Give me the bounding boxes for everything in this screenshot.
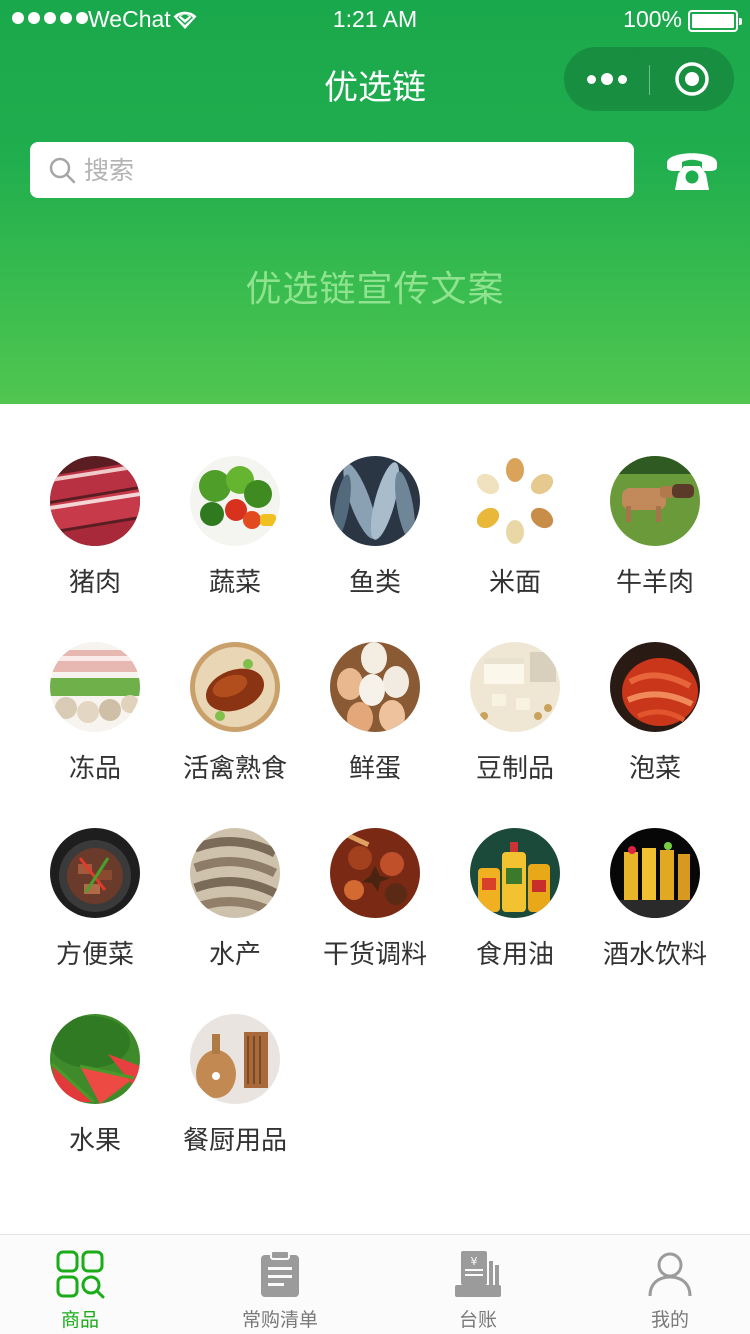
fish-image bbox=[330, 456, 420, 546]
category-label: 猪肉 bbox=[68, 568, 121, 598]
kimchi-image bbox=[610, 642, 700, 732]
category-label: 干货调料 bbox=[322, 940, 427, 970]
category-kimchi[interactable]: 泡菜 bbox=[585, 642, 725, 828]
pork-image bbox=[50, 456, 140, 546]
status-bar: WeChat 1:21 AM 100% bbox=[0, 0, 750, 40]
category-pork[interactable]: 猪肉 bbox=[25, 456, 165, 642]
vegetables-image bbox=[190, 456, 280, 546]
category-label: 米面 bbox=[488, 568, 541, 598]
tab-bar: 商品 常购清单 ¥ 台账 我的 bbox=[0, 1234, 750, 1334]
category-label: 鱼类 bbox=[348, 568, 401, 598]
category-grains[interactable]: 米面 bbox=[445, 456, 585, 642]
tofu-image bbox=[470, 642, 560, 732]
more-menu-button[interactable] bbox=[564, 47, 649, 111]
category-convenience-dishes[interactable]: 方便菜 bbox=[25, 828, 165, 1014]
category-label: 酒水饮料 bbox=[602, 940, 707, 970]
category-poultry-deli[interactable]: 活禽熟食 bbox=[165, 642, 305, 828]
clipboard-icon bbox=[261, 1250, 299, 1297]
ledger-icon: ¥ bbox=[455, 1251, 501, 1297]
tab-label: 台账 bbox=[458, 1309, 497, 1331]
watermelon-image bbox=[50, 1014, 140, 1104]
search-icon bbox=[49, 157, 76, 184]
shrimp-image bbox=[190, 828, 280, 918]
category-fish[interactable]: 鱼类 bbox=[305, 456, 445, 642]
promo-banner-text: 优选链宣传文案 bbox=[245, 269, 505, 310]
tab-ledger[interactable]: ¥ 台账 bbox=[398, 1235, 558, 1334]
phone-icon[interactable] bbox=[664, 146, 720, 192]
cattle-image bbox=[610, 456, 700, 546]
category-label: 活禽熟食 bbox=[182, 754, 287, 784]
tab-frequent-list[interactable]: 常购清单 bbox=[180, 1235, 380, 1334]
category-vegetables[interactable]: 蔬菜 bbox=[165, 456, 305, 642]
category-label: 冻品 bbox=[68, 754, 121, 784]
more-dots-icon bbox=[586, 74, 596, 84]
category-label: 泡菜 bbox=[628, 754, 681, 784]
search-bar[interactable] bbox=[30, 142, 634, 198]
close-mini-program-button[interactable] bbox=[649, 47, 734, 111]
roast-duck-image bbox=[190, 642, 280, 732]
target-close-icon bbox=[674, 62, 709, 96]
prepared-dish-image bbox=[50, 828, 140, 918]
tab-products[interactable]: 商品 bbox=[0, 1235, 160, 1334]
frozen-food-image bbox=[50, 642, 140, 732]
category-label: 食用油 bbox=[475, 940, 554, 970]
category-label: 牛羊肉 bbox=[615, 568, 694, 598]
category-label: 豆制品 bbox=[475, 754, 554, 784]
category-drinks[interactable]: 酒水饮料 bbox=[585, 828, 725, 1014]
category-label: 蔬菜 bbox=[208, 568, 261, 598]
battery-percent: 100% bbox=[623, 6, 682, 32]
cooking-oil-image bbox=[470, 828, 560, 918]
category-beef-lamb[interactable]: 牛羊肉 bbox=[585, 456, 725, 642]
battery-icon bbox=[688, 10, 742, 32]
spices-image bbox=[330, 828, 420, 918]
category-label: 方便菜 bbox=[55, 940, 134, 970]
drinks-image bbox=[610, 828, 700, 918]
grains-image bbox=[470, 456, 560, 546]
tab-label: 常购清单 bbox=[241, 1309, 318, 1331]
category-label: 餐厨用品 bbox=[182, 1126, 287, 1156]
category-eggs[interactable]: 鲜蛋 bbox=[305, 642, 445, 828]
grid-search-icon bbox=[56, 1250, 105, 1299]
category-label: 鲜蛋 bbox=[348, 754, 401, 784]
category-aquatic[interactable]: 水产 bbox=[165, 828, 305, 1014]
kitchenware-image bbox=[190, 1014, 280, 1104]
category-grid: 猪肉 蔬菜 鱼类 米面 牛羊肉 冻品 活禽熟食 鲜蛋 豆制品 泡菜 方便菜 水产… bbox=[25, 456, 725, 1200]
category-dried-seasonings[interactable]: 干货调料 bbox=[305, 828, 445, 1014]
category-label: 水果 bbox=[68, 1126, 121, 1156]
category-frozen[interactable]: 冻品 bbox=[25, 642, 165, 828]
mini-program-capsule bbox=[564, 47, 734, 111]
category-cooking-oil[interactable]: 食用油 bbox=[445, 828, 585, 1014]
user-icon bbox=[648, 1252, 692, 1297]
category-kitchenware[interactable]: 餐厨用品 bbox=[165, 1014, 305, 1200]
search-input[interactable] bbox=[84, 150, 604, 190]
category-label: 水产 bbox=[208, 940, 261, 970]
svg-text:¥: ¥ bbox=[471, 1255, 478, 1268]
tab-label: 我的 bbox=[650, 1309, 689, 1331]
tab-label: 商品 bbox=[60, 1309, 99, 1331]
eggs-image bbox=[330, 642, 420, 732]
tab-mine[interactable]: 我的 bbox=[590, 1235, 750, 1334]
category-fruit[interactable]: 水果 bbox=[25, 1014, 165, 1200]
category-soy-products[interactable]: 豆制品 bbox=[445, 642, 585, 828]
